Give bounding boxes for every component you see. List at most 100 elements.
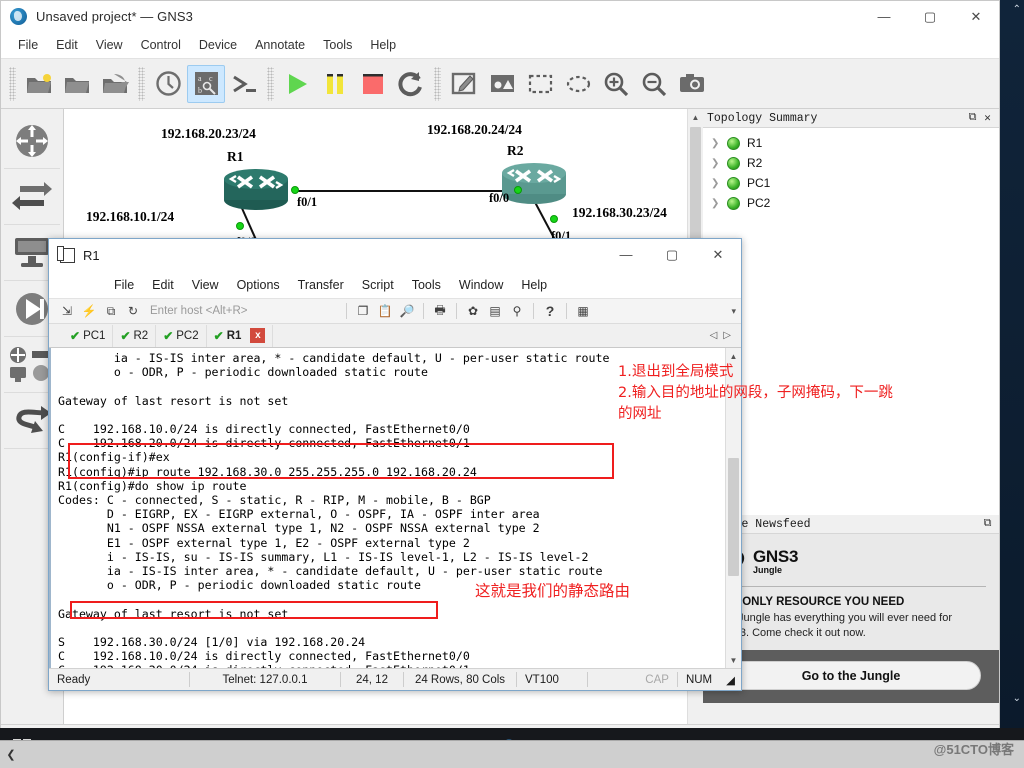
start-all-devices-icon[interactable]: [278, 65, 316, 103]
draw-rectangle-icon[interactable]: [521, 65, 559, 103]
show-hide-interface-labels-icon[interactable]: a c b: [187, 64, 225, 103]
gns3-close-button[interactable]: ✕: [953, 1, 999, 32]
terminal-menu-options[interactable]: Options: [228, 275, 289, 295]
session-manager-icon[interactable]: ▦: [573, 301, 593, 321]
restore-dock-icon[interactable]: ⧉: [980, 518, 995, 530]
menu-file[interactable]: File: [9, 35, 47, 55]
new-project-icon[interactable]: [20, 65, 58, 103]
toolbar-grip-4[interactable]: [434, 66, 441, 101]
chevron-right-icon[interactable]: ❯: [711, 178, 727, 189]
console-to-all-devices-icon[interactable]: [225, 65, 263, 103]
terminal-scroll-down-icon[interactable]: ▼: [726, 652, 741, 668]
connect-icon[interactable]: ⇲: [57, 301, 77, 321]
reconnect-icon[interactable]: ↻: [123, 301, 143, 321]
copy-icon[interactable]: ❐: [353, 301, 373, 321]
gns3-title-bar[interactable]: Unsaved project* — GNS3 — ▢ ✕: [1, 1, 999, 32]
gns3-maximize-button[interactable]: ▢: [907, 1, 953, 32]
tab-scroll-left-icon[interactable]: ◁: [710, 330, 718, 341]
snapshot-history-icon[interactable]: [149, 65, 187, 103]
key-icon[interactable]: ⚲: [507, 301, 527, 321]
chevron-right-icon[interactable]: ❯: [711, 138, 727, 149]
tab-r1[interactable]: ✔ R1 x: [207, 324, 274, 347]
menu-edit[interactable]: Edit: [47, 35, 87, 55]
suspend-all-devices-icon[interactable]: [316, 65, 354, 103]
insert-picture-icon[interactable]: [483, 65, 521, 103]
topology-item-pc1[interactable]: ❯ PC1: [703, 173, 999, 193]
terminal-menu-edit[interactable]: Edit: [143, 275, 183, 295]
switches-icon[interactable]: [4, 169, 60, 225]
add-note-icon[interactable]: [445, 65, 483, 103]
terminal-vertical-scrollbar[interactable]: ▲ ▼: [725, 348, 741, 668]
toolbar-grip-2[interactable]: [138, 66, 145, 101]
zoom-in-icon[interactable]: [597, 65, 635, 103]
terminal-menu-transfer[interactable]: Transfer: [289, 275, 353, 295]
screenshot-icon[interactable]: [673, 65, 711, 103]
host-input[interactable]: Enter host <Alt+R>: [150, 305, 340, 317]
terminal-menu-file[interactable]: File: [105, 275, 143, 295]
go-to-jungle-button[interactable]: Go to the Jungle: [721, 661, 981, 691]
terminal-menu-tools[interactable]: Tools: [403, 275, 450, 295]
terminal-menu-window[interactable]: Window: [450, 275, 512, 295]
save-project-as-icon[interactable]: [96, 65, 134, 103]
tab-pc1[interactable]: ✔ PC1: [63, 324, 114, 347]
tab-r2[interactable]: ✔ R2: [113, 324, 157, 347]
gns3-minimize-button[interactable]: —: [861, 1, 907, 32]
chevron-down-icon[interactable]: ▾: [731, 306, 736, 317]
find-icon[interactable]: 🔎: [397, 301, 417, 321]
menu-view[interactable]: View: [87, 35, 132, 55]
terminal-screen[interactable]: ia - IS-IS inter area, * - candidate def…: [49, 348, 741, 668]
desktop-scroll-down-icon[interactable]: ⌄: [1013, 693, 1021, 704]
menu-tools[interactable]: Tools: [314, 35, 361, 55]
terminal-close-button[interactable]: ✕: [695, 239, 741, 270]
link-endpoint-dot[interactable]: [550, 215, 558, 223]
reload-all-devices-icon[interactable]: [392, 65, 430, 103]
toolbar-grip-3[interactable]: [267, 66, 274, 101]
toolbar-separator: [423, 303, 424, 319]
link-endpoint-dot[interactable]: [291, 186, 299, 194]
terminal-maximize-button[interactable]: ▢: [649, 239, 695, 270]
canvas-scroll-up-icon[interactable]: ▲: [688, 109, 703, 125]
open-project-icon[interactable]: [58, 65, 96, 103]
terminal-menu-view[interactable]: View: [183, 275, 228, 295]
draw-ellipse-icon[interactable]: [559, 65, 597, 103]
routers-icon[interactable]: [4, 113, 60, 169]
tab-pc2[interactable]: ✔ PC2: [156, 324, 207, 347]
help-icon[interactable]: ?: [540, 301, 560, 321]
terminal-menu-help[interactable]: Help: [512, 275, 556, 295]
session-options-icon[interactable]: ✿: [463, 301, 483, 321]
terminal-minimize-button[interactable]: —: [603, 239, 649, 270]
node-r1[interactable]: [222, 167, 290, 216]
terminal-scroll-up-icon[interactable]: ▲: [726, 348, 741, 364]
menu-help[interactable]: Help: [361, 35, 405, 55]
topology-item-pc2[interactable]: ❯ PC2: [703, 193, 999, 213]
connect-in-tab-icon[interactable]: ⧉: [101, 301, 121, 321]
desktop-scroll-up-icon[interactable]: ⌃: [1013, 4, 1021, 15]
stop-all-devices-icon[interactable]: [354, 65, 392, 103]
tab-scroll-right-icon[interactable]: ▷: [723, 330, 731, 341]
quick-connect-icon[interactable]: ⚡: [79, 301, 99, 321]
strip-left-arrow-icon[interactable]: ❮: [0, 748, 22, 761]
terminal-scroll-thumb[interactable]: [728, 458, 739, 576]
restore-dock-icon[interactable]: ⧉: [965, 112, 980, 124]
menu-annotate[interactable]: Annotate: [246, 35, 314, 55]
link-r1-r2[interactable]: [296, 190, 518, 192]
menu-device[interactable]: Device: [190, 35, 246, 55]
chevron-right-icon[interactable]: ❯: [711, 198, 727, 209]
global-options-icon[interactable]: ▤: [485, 301, 505, 321]
topology-item-r2[interactable]: ❯ R2: [703, 153, 999, 173]
terminal-title-bar[interactable]: R1 — ▢ ✕: [49, 239, 741, 271]
link-endpoint-dot[interactable]: [514, 186, 522, 194]
toolbar-grip[interactable]: [9, 66, 16, 101]
close-tab-button[interactable]: x: [250, 328, 266, 343]
paste-icon[interactable]: 📋: [375, 301, 395, 321]
topology-item-r1[interactable]: ❯ R1: [703, 133, 999, 153]
menu-control[interactable]: Control: [132, 35, 190, 55]
link-endpoint-dot[interactable]: [236, 222, 244, 230]
node-r2[interactable]: [500, 161, 568, 210]
close-icon[interactable]: ✕: [980, 111, 995, 125]
chevron-right-icon[interactable]: ❯: [711, 158, 727, 169]
resize-grip-icon[interactable]: ◢: [720, 669, 741, 691]
zoom-out-icon[interactable]: [635, 65, 673, 103]
terminal-menu-script[interactable]: Script: [353, 275, 403, 295]
print-icon[interactable]: 🖶: [430, 301, 450, 321]
